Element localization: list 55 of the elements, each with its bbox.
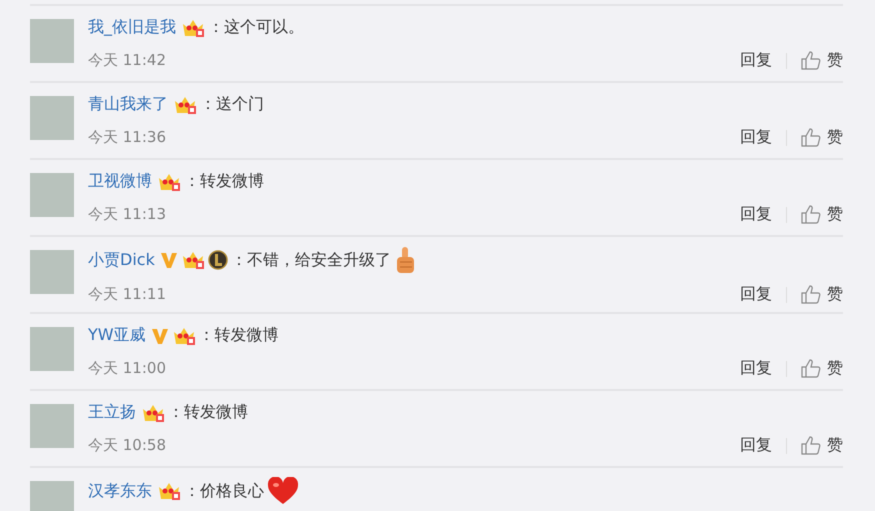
username-link[interactable]: YW亚威 — [88, 325, 146, 346]
thumbs-up-icon[interactable] — [801, 436, 821, 455]
reply-button[interactable]: 回复 — [740, 284, 772, 305]
avatar-photo-placeholder[interactable] — [30, 96, 74, 140]
comment-time: 今天 11:42 — [88, 51, 167, 70]
crown-badge-icon — [157, 172, 181, 192]
comment-time: 今天 11:00 — [88, 359, 167, 378]
thumbs-up-icon[interactable] — [801, 51, 821, 70]
comment-text: ：价格良心 — [184, 480, 264, 502]
like-button[interactable]: 赞 — [827, 50, 843, 71]
username-link[interactable]: 汉孝东东 — [88, 480, 152, 502]
crown-badge-icon — [180, 250, 205, 270]
comment-text: ：这个可以。 — [208, 17, 304, 38]
comment-text: ：转发微博 — [198, 325, 279, 346]
comment-text: ：送个门 — [200, 94, 264, 115]
avatar-photo-placeholder[interactable] — [30, 404, 74, 448]
game-badge-icon — [208, 250, 228, 270]
crown-badge-icon — [173, 94, 197, 114]
comment-text: ：转发微博 — [184, 171, 264, 192]
username-link[interactable]: 王立扬 — [88, 402, 136, 423]
comment-text: ：不错，给安全升级了 — [230, 250, 391, 270]
reply-button[interactable]: 回复 — [740, 358, 772, 379]
like-button[interactable]: 赞 — [827, 435, 843, 456]
heart-emoji-icon — [267, 477, 299, 505]
avatar-photo-placeholder[interactable] — [30, 250, 74, 294]
avatar-photo-placeholder[interactable] — [30, 19, 74, 63]
comment-text: ：转发微博 — [168, 402, 248, 423]
avatar-photo-placeholder[interactable] — [30, 173, 74, 217]
username-link[interactable]: 卫视微博 — [88, 171, 152, 192]
like-button[interactable]: 赞 — [827, 358, 843, 379]
comment-time: 今天 11:11 — [88, 285, 167, 304]
verified-v-icon — [160, 251, 178, 269]
crown-badge-icon — [181, 18, 205, 38]
reply-button[interactable]: 回复 — [740, 127, 772, 148]
like-button[interactable]: 赞 — [827, 284, 843, 305]
reply-button[interactable]: 回复 — [740, 435, 772, 456]
reply-button[interactable]: 回复 — [740, 204, 772, 225]
crown-badge-icon — [157, 481, 181, 501]
username-link[interactable]: 青山我来了 — [88, 94, 168, 115]
thumbs-up-icon[interactable] — [801, 285, 821, 304]
crown-badge-icon — [172, 326, 196, 346]
avatar-photo-placeholder[interactable] — [30, 327, 74, 371]
like-button[interactable]: 赞 — [827, 204, 843, 225]
comment-time: 今天 10:58 — [88, 436, 167, 455]
thumbs-up-icon[interactable] — [801, 205, 821, 224]
username-link[interactable]: 我_依旧是我 — [88, 17, 176, 38]
comment-time: 今天 11:36 — [88, 128, 167, 147]
like-button[interactable]: 赞 — [827, 127, 843, 148]
verified-v-icon — [150, 326, 169, 344]
reply-button[interactable]: 回复 — [740, 50, 772, 71]
comment-time: 今天 11:13 — [88, 205, 167, 224]
thumbs-up-icon[interactable] — [801, 359, 821, 378]
thumbs-up-icon[interactable] — [801, 128, 821, 147]
username-link[interactable]: 小贾Dick — [88, 250, 155, 270]
crown-badge-icon — [141, 402, 165, 422]
